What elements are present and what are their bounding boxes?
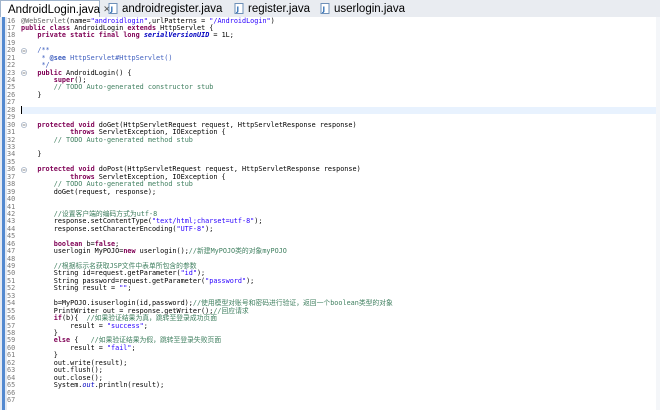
current-line-highlight	[21, 106, 656, 115]
code-editor[interactable]: 16 17 18 19 20 21 22 23 24 25 26 27 28 29 30 31 32 33 34 35…	[0, 17, 660, 410]
code-line[interactable]: // TODO Auto-generated method stub	[21, 136, 193, 144]
java-file-icon: J	[320, 3, 330, 14]
code-line[interactable]: userlogin MyPOJO=new userlogin();//新建MyP…	[21, 247, 287, 255]
code-line[interactable]: System.out.println(result);	[21, 381, 165, 389]
svg-text:J: J	[235, 5, 239, 13]
line-number: 67	[7, 395, 16, 404]
code-line[interactable]: }	[21, 91, 41, 99]
java-file-icon: J	[108, 3, 118, 14]
tab-userlogin-java[interactable]: J userlogin.java	[316, 1, 406, 16]
code-line[interactable]: private static final long serialVersionU…	[21, 32, 233, 39]
overview-ruler	[0, 17, 7, 410]
code-line[interactable]: response.setCharacterEncoding("UTF-8");	[21, 225, 214, 233]
text-cursor	[21, 106, 22, 115]
tab-label: userlogin.java	[334, 2, 405, 15]
java-file-icon: J	[234, 3, 244, 14]
code-line[interactable]: }	[21, 151, 41, 158]
code-line[interactable]: // TODO Auto-generated constructor stub	[21, 84, 214, 91]
svg-text:J: J	[110, 6, 114, 14]
tab-label: androidregister.java	[122, 2, 223, 15]
tab-androidlogin-java[interactable]: J AndroidLogin.java ✕	[0, 0, 111, 18]
tab-label: AndroidLogin.java	[8, 3, 101, 16]
vertical-scrollbar[interactable]	[656, 17, 660, 410]
code-line[interactable]: String result = "";	[21, 285, 132, 292]
code-line[interactable]: doGet(request, response);	[21, 188, 156, 196]
svg-text:J: J	[322, 6, 326, 14]
change-marker	[2, 17, 5, 410]
tab-androidregister-java[interactable]: J androidregister.java	[104, 1, 224, 16]
tab-register-java[interactable]: J register.java	[230, 1, 310, 16]
tab-label: register.java	[247, 2, 310, 15]
editor-tab-bar: J AndroidLogin.java ✕ J androidregister.…	[0, 0, 660, 18]
